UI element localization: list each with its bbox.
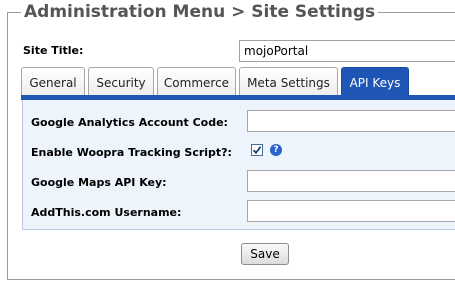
tab-commerce[interactable]: Commerce <box>157 67 236 98</box>
google-analytics-label: Google Analytics Account Code: <box>31 116 228 129</box>
page-title: Administration Menu > Site Settings <box>21 1 379 23</box>
woopra-label: Enable Woopra Tracking Script?: <box>31 146 232 159</box>
addthis-label: AddThis.com Username: <box>31 206 182 219</box>
tab-general[interactable]: General <box>21 67 85 98</box>
tab-meta-settings[interactable]: Meta Settings <box>239 67 338 98</box>
site-title-input[interactable] <box>239 40 455 62</box>
tab-security[interactable]: Security <box>88 67 154 98</box>
google-maps-input[interactable] <box>247 170 455 192</box>
tab-api-keys[interactable]: API Keys <box>341 67 409 98</box>
google-maps-label: Google Maps API Key: <box>31 176 167 189</box>
woopra-checkbox[interactable] <box>251 144 263 156</box>
addthis-input[interactable] <box>247 200 455 222</box>
help-icon[interactable]: ? <box>270 144 282 156</box>
site-title-label: Site Title: <box>23 44 84 57</box>
google-analytics-input[interactable] <box>247 110 455 132</box>
checkmark-icon <box>252 146 262 155</box>
save-button[interactable]: Save <box>241 243 289 265</box>
